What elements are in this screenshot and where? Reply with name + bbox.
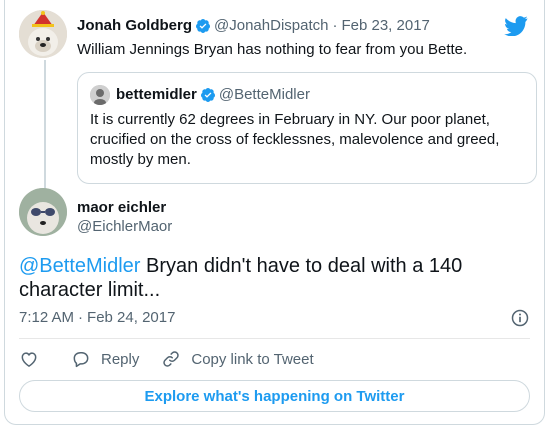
- parent-tweet-header: Jonah Goldberg @JonahDispatch · Feb 23, …: [77, 17, 430, 35]
- info-icon[interactable]: [510, 308, 530, 328]
- tweet-embed-card: Jonah Goldberg @JonahDispatch · Feb 23, …: [4, 0, 545, 425]
- parent-tweet[interactable]: Jonah Goldberg @JonahDispatch · Feb 23, …: [19, 10, 537, 200]
- author-name[interactable]: Jonah Goldberg: [77, 17, 192, 35]
- author-name[interactable]: bettemidler: [116, 86, 197, 104]
- reply-icon: [73, 352, 89, 368]
- reply-label: Reply: [101, 350, 140, 368]
- author-name[interactable]: maor eichler: [77, 199, 166, 217]
- separator: ·: [78, 309, 84, 326]
- separator: ·: [332, 17, 338, 34]
- tweet-timestamp[interactable]: 7:12 AM · Feb 24, 2017: [19, 309, 175, 327]
- author-handle[interactable]: @JonahDispatch: [214, 17, 328, 35]
- mention-link[interactable]: @BetteMidler: [19, 255, 140, 277]
- quoted-tweet-header: bettemidler @BetteMidler: [116, 86, 310, 104]
- link-icon: [163, 351, 180, 367]
- parent-tweet-text: William Jennings Bryan has nothing to fe…: [77, 41, 468, 58]
- dog-avatar-icon: [19, 188, 67, 236]
- verified-badge-icon: [196, 19, 211, 33]
- twitter-bird-icon[interactable]: [504, 16, 528, 36]
- copy-link-button[interactable]: Copy link to Tweet: [161, 349, 314, 369]
- tweet-time[interactable]: 7:12 AM: [19, 309, 74, 327]
- author-handle[interactable]: @EichlerMaor: [77, 218, 172, 236]
- quoted-tweet[interactable]: bettemidler @BetteMidler It is currently…: [77, 72, 537, 184]
- avatar[interactable]: [90, 85, 110, 105]
- divider: [19, 338, 530, 339]
- person-avatar-icon: [90, 85, 110, 105]
- verified-badge-icon: [200, 88, 215, 102]
- reply-button[interactable]: Reply: [71, 349, 139, 369]
- thread-connector: [44, 60, 46, 200]
- heart-icon: [21, 352, 37, 367]
- avatar[interactable]: [19, 188, 67, 236]
- tweet-date[interactable]: Feb 24, 2017: [87, 309, 175, 327]
- author-handle[interactable]: @BetteMidler: [219, 86, 310, 104]
- dog-avatar-icon: [19, 10, 67, 58]
- quoted-tweet-text: It is currently 62 degrees in February i…: [90, 111, 500, 168]
- explore-twitter-button[interactable]: Explore what's happening on Twitter: [19, 380, 530, 412]
- like-button[interactable]: [19, 349, 49, 369]
- tweet-actions: Reply Copy link to Tweet: [19, 348, 336, 370]
- tweet-date[interactable]: Feb 23, 2017: [341, 17, 429, 35]
- copy-link-label: Copy link to Tweet: [191, 350, 314, 368]
- main-tweet-text: @BetteMidler Bryan didn't have to deal w…: [19, 254, 526, 302]
- avatar[interactable]: [19, 10, 67, 58]
